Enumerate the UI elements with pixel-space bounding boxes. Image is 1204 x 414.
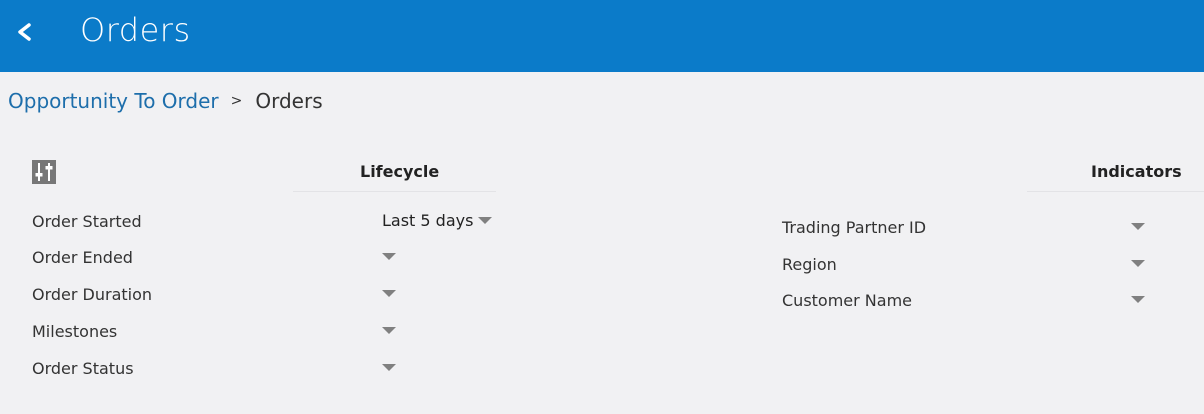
order-status-select[interactable] bbox=[382, 357, 396, 381]
order-duration-select[interactable] bbox=[382, 283, 396, 307]
region-select[interactable] bbox=[1131, 253, 1145, 277]
milestones-select[interactable] bbox=[382, 320, 396, 344]
order-started-select[interactable]: Last 5 days bbox=[382, 210, 493, 234]
customer-name-select[interactable] bbox=[1131, 289, 1145, 313]
filter-label-order-duration: Order Duration bbox=[32, 285, 153, 304]
order-started-value: Last 5 days bbox=[382, 211, 474, 230]
breadcrumb-current: Orders bbox=[255, 89, 323, 113]
page-title: Orders bbox=[80, 11, 191, 49]
app-header: Orders bbox=[0, 0, 1204, 72]
filter-label-milestones: Milestones bbox=[32, 322, 118, 341]
breadcrumb-link-opportunity-to-order[interactable]: Opportunity To Order bbox=[8, 89, 219, 113]
filter-label-order-started: Order Started bbox=[32, 212, 142, 231]
filter-settings-button[interactable] bbox=[32, 160, 56, 184]
chevron-left-icon bbox=[10, 16, 40, 48]
filter-label-order-status: Order Status bbox=[32, 359, 134, 378]
lifecycle-divider bbox=[293, 191, 496, 192]
indicators-heading: Indicators bbox=[1091, 162, 1182, 181]
back-button[interactable] bbox=[10, 16, 40, 48]
filter-label-customer-name: Customer Name bbox=[782, 291, 913, 310]
caret-down-icon bbox=[382, 253, 396, 260]
lifecycle-heading: Lifecycle bbox=[360, 162, 440, 181]
caret-down-icon bbox=[382, 290, 396, 297]
filter-label-region: Region bbox=[782, 255, 837, 274]
indicators-divider bbox=[1027, 191, 1204, 192]
order-ended-select[interactable] bbox=[382, 246, 396, 270]
caret-down-icon bbox=[382, 364, 396, 371]
sliders-icon bbox=[32, 160, 56, 188]
caret-down-icon bbox=[1131, 296, 1145, 303]
caret-down-icon bbox=[1131, 260, 1145, 267]
breadcrumb-separator: > bbox=[230, 93, 243, 109]
trading-partner-id-select[interactable] bbox=[1131, 216, 1145, 240]
filter-label-order-ended: Order Ended bbox=[32, 248, 133, 267]
caret-down-icon bbox=[1131, 223, 1145, 230]
caret-down-icon bbox=[382, 327, 396, 334]
caret-down-icon bbox=[478, 217, 493, 224]
breadcrumb: Opportunity To Order > Orders bbox=[8, 89, 323, 113]
filter-label-trading-partner-id: Trading Partner ID bbox=[782, 218, 927, 237]
